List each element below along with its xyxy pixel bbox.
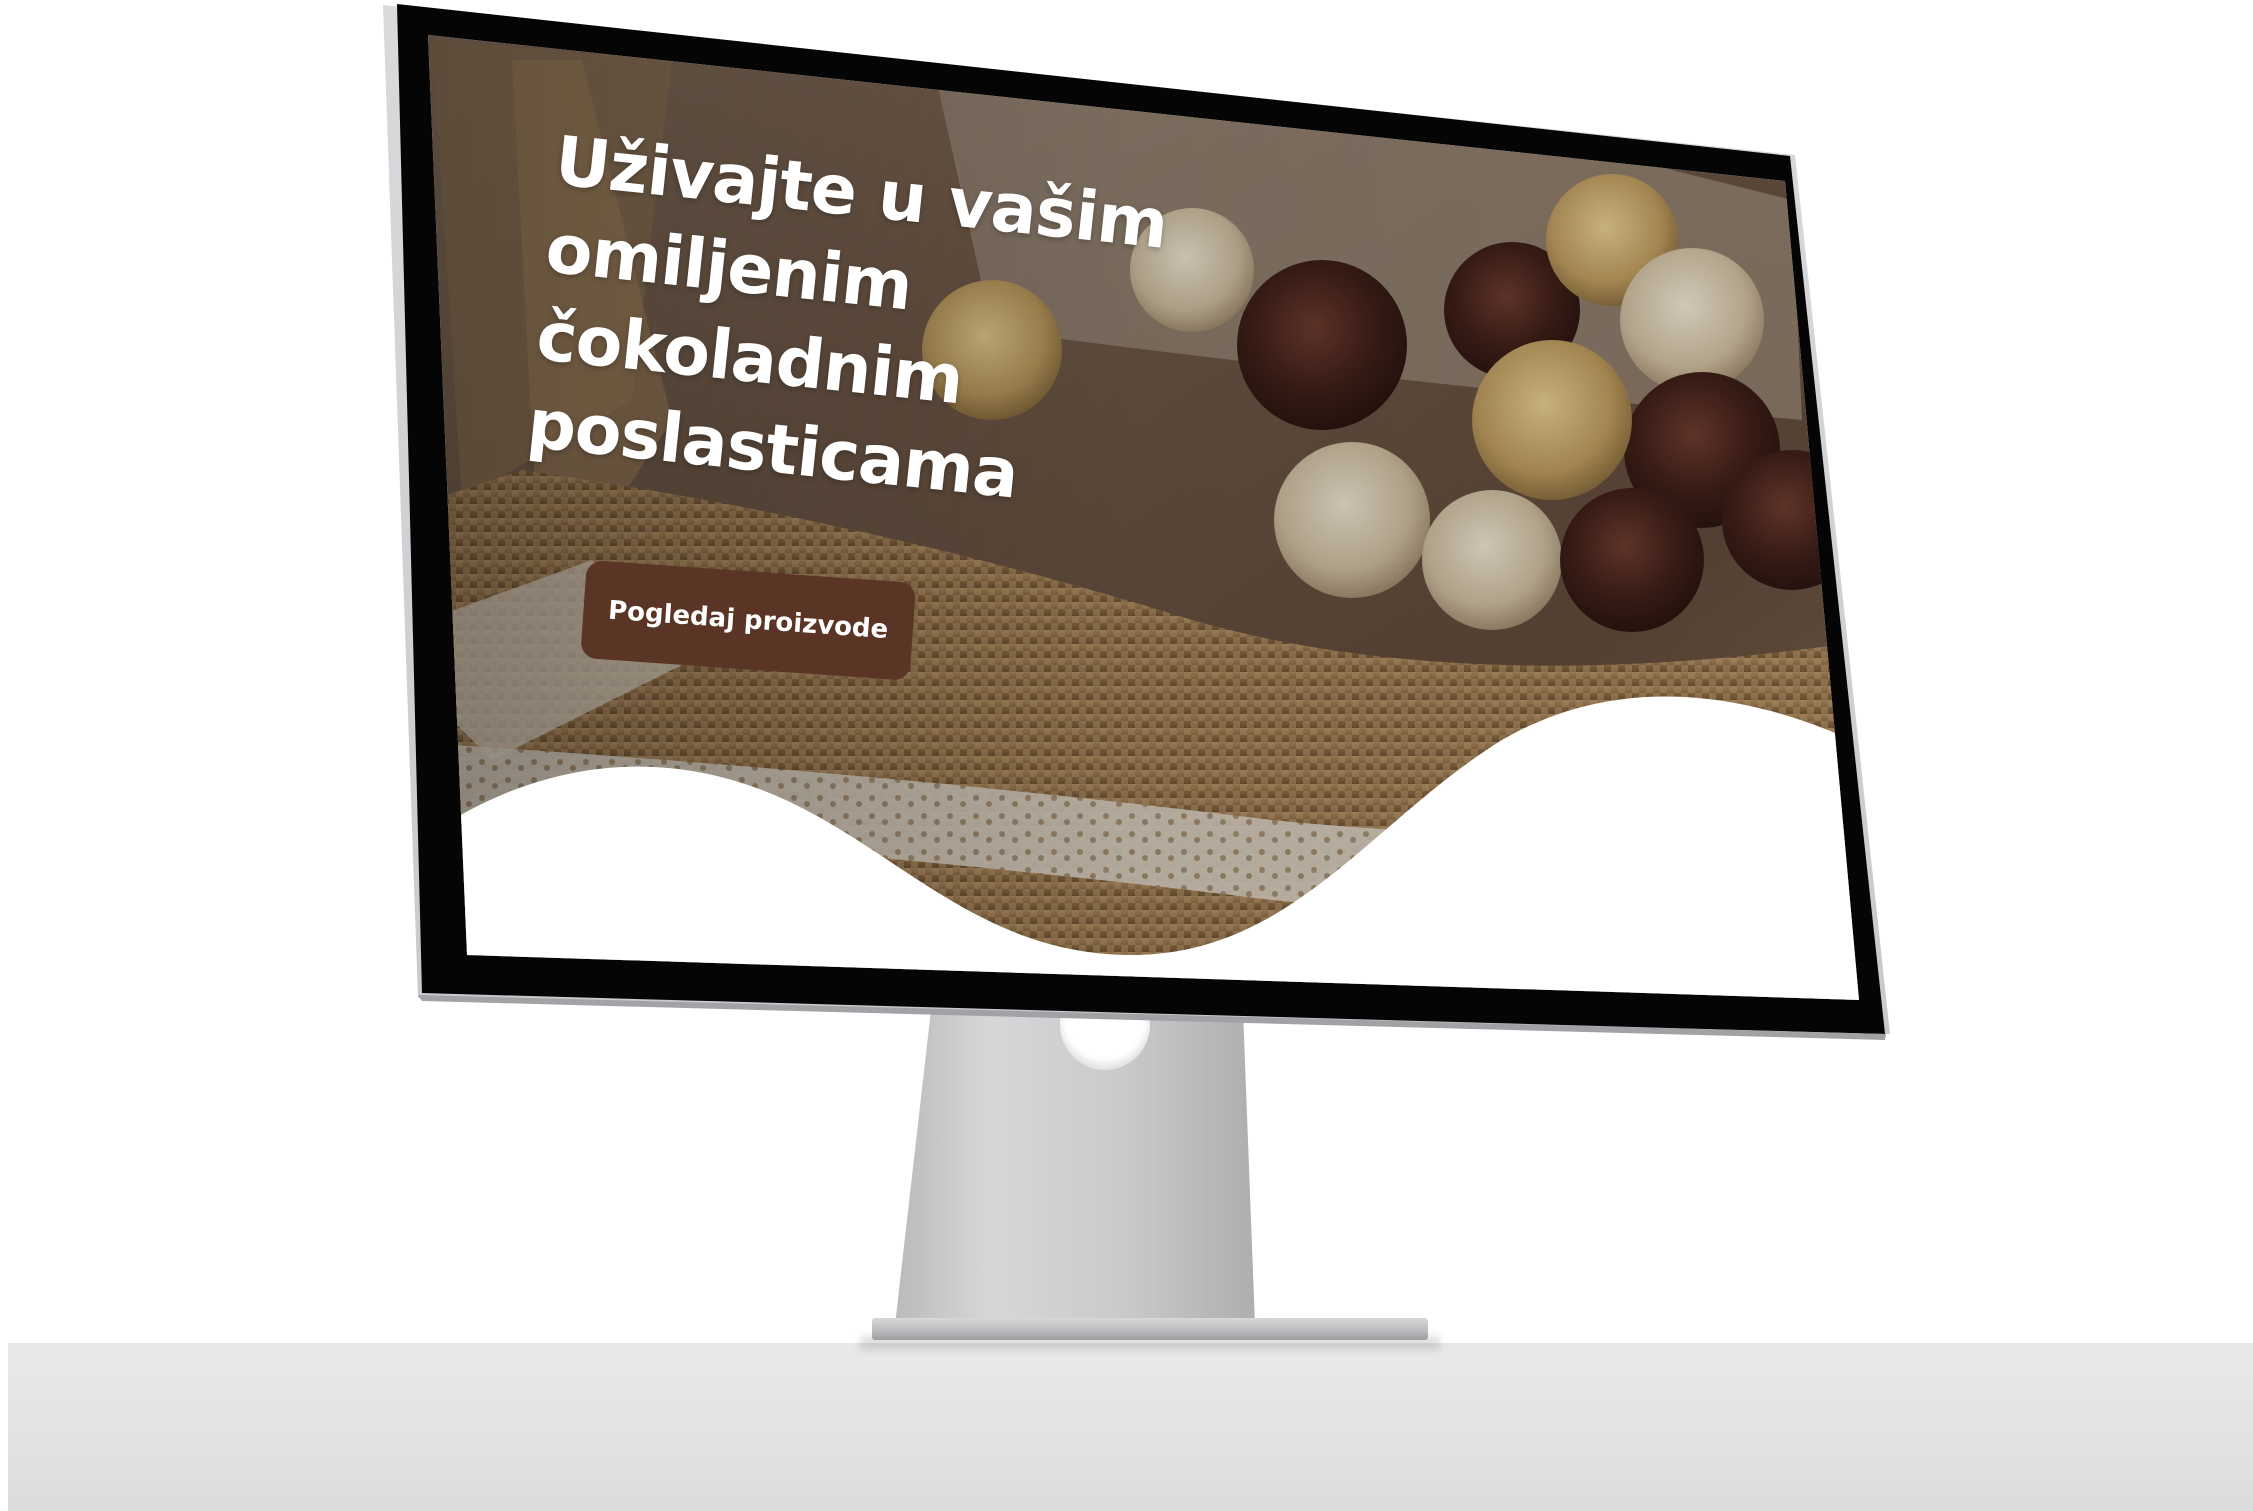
- hero-title: Uživajte u vašim omiljenim čokoladnim po…: [523, 118, 1196, 535]
- mockup-scene: Uživajte u vašim omiljenim čokoladnim po…: [0, 0, 2253, 1511]
- desk-surface: [8, 1343, 2253, 1511]
- monitor-stand-base: [872, 1318, 1428, 1340]
